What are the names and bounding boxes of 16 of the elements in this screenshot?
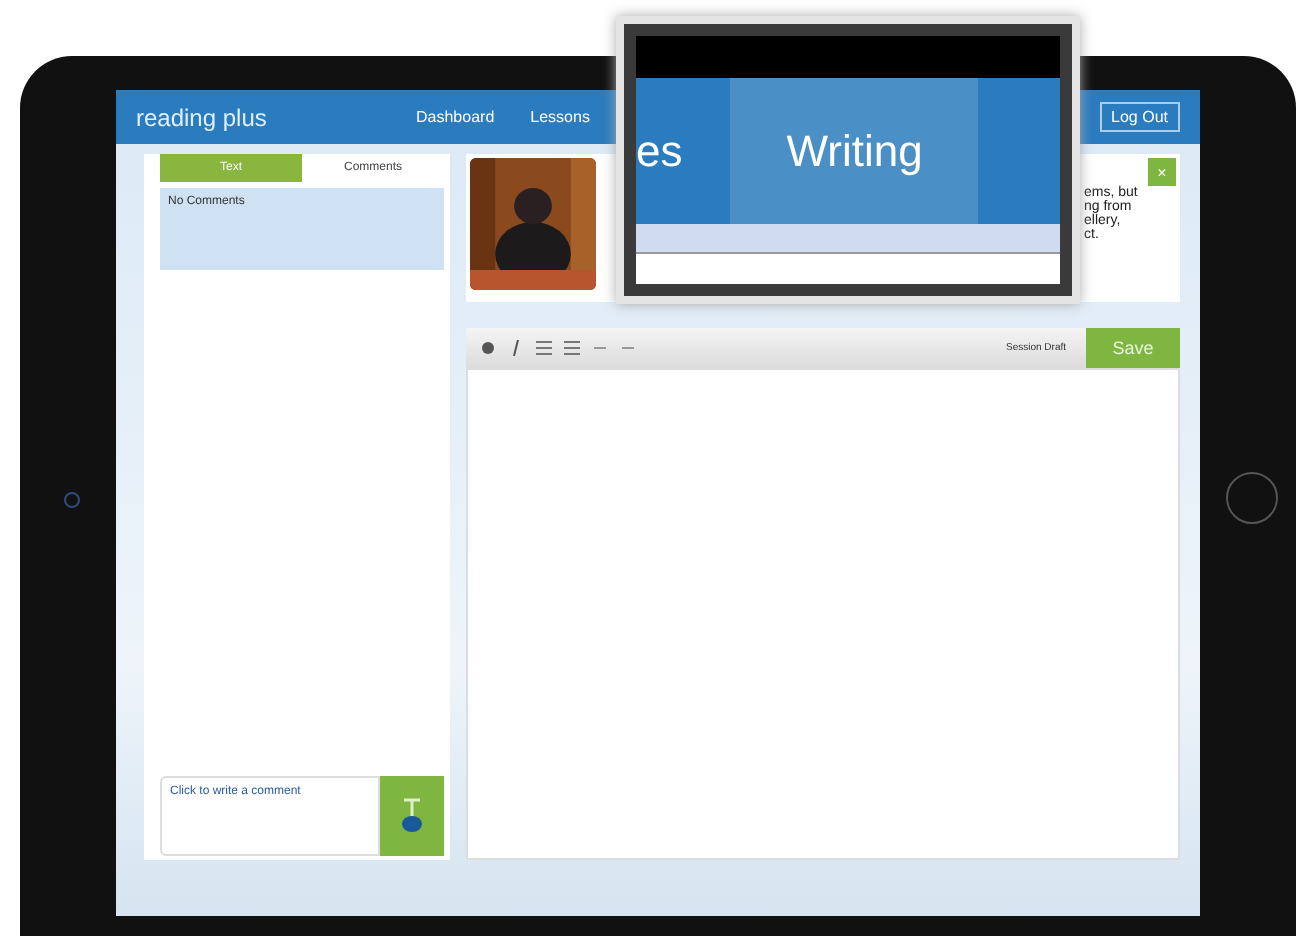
send-button[interactable] [380, 776, 444, 856]
nav-link[interactable]: Dashboard [416, 108, 495, 126]
home-button[interactable] [1226, 472, 1278, 524]
close-button[interactable]: × [1148, 158, 1176, 186]
nav-tab[interactable]: es [636, 78, 703, 224]
list-icon[interactable] [564, 340, 580, 356]
nav-tab[interactable]: Writing [730, 78, 979, 224]
log-out-button[interactable]: Log Out [1099, 102, 1180, 132]
list-icon[interactable] [536, 340, 552, 356]
dot-icon[interactable] [480, 340, 496, 356]
logo: reading plus [136, 103, 269, 131]
pin-icon [398, 796, 426, 836]
camera-icon [64, 492, 80, 508]
writing-field[interactable] [466, 368, 1180, 860]
nav-link[interactable]: Lessons [530, 108, 590, 126]
italic-icon[interactable] [508, 340, 524, 356]
